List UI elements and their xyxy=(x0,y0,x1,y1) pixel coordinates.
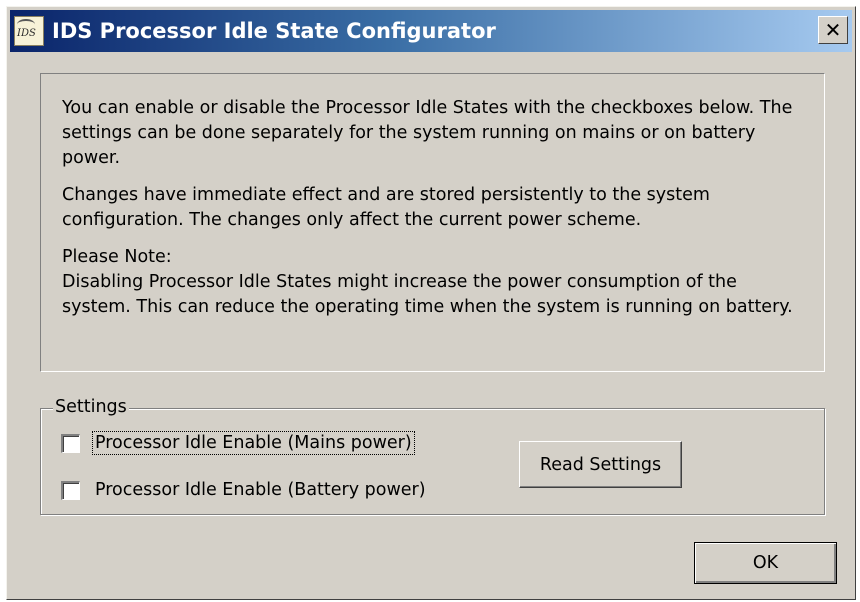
battery-power-checkbox-row[interactable]: Processor Idle Enable (Battery power) xyxy=(61,476,428,504)
close-button[interactable]: ✕ xyxy=(818,16,848,44)
icon-lettering: IDS xyxy=(17,28,36,39)
ids-app-icon[interactable]: IDS xyxy=(14,16,44,46)
note-body: Disabling Processor Idle States might in… xyxy=(62,272,793,317)
settings-legend: Settings xyxy=(53,394,129,420)
battery-power-checkbox[interactable] xyxy=(61,480,80,500)
dialog-window: IDS IDS Processor Idle State Configurato… xyxy=(6,6,856,600)
description-paragraph-2: Changes have immediate effect and are st… xyxy=(62,185,710,230)
close-icon: ✕ xyxy=(824,18,842,42)
note-heading: Please Note: xyxy=(62,247,172,267)
battery-power-checkbox-label[interactable]: Processor Idle Enable (Battery power) xyxy=(93,479,428,501)
title-bar[interactable]: IDS IDS Processor Idle State Configurato… xyxy=(10,10,852,52)
mains-power-checkbox[interactable] xyxy=(61,433,80,453)
read-settings-button[interactable]: Read Settings xyxy=(519,441,682,488)
settings-groupbox: Settings Processor Idle Enable (Mains po… xyxy=(40,394,825,515)
mains-power-checkbox-row[interactable]: Processor Idle Enable (Mains power) xyxy=(61,429,415,457)
description-panel: You can enable or disable the Processor … xyxy=(40,73,825,372)
ok-button[interactable]: OK xyxy=(694,542,837,584)
mains-power-checkbox-label[interactable]: Processor Idle Enable (Mains power) xyxy=(92,431,415,455)
window-title: IDS Processor Idle State Configurator xyxy=(52,19,496,43)
description-paragraph-1: You can enable or disable the Processor … xyxy=(62,98,793,168)
